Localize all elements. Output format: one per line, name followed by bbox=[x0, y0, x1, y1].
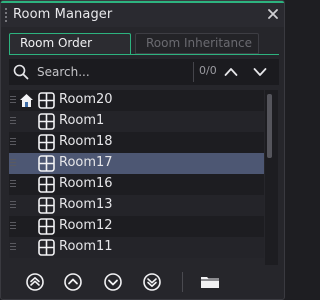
room-name: Room11 bbox=[59, 239, 113, 254]
room-manager-window: Room Manager Room Order Room Inheritance… bbox=[0, 0, 285, 300]
room-name: Room17 bbox=[59, 155, 113, 170]
title-bar[interactable]: Room Manager bbox=[1, 3, 284, 27]
room-name: Room18 bbox=[59, 134, 113, 149]
resize-grip[interactable] bbox=[119, 296, 167, 299]
next-match-chevron-down-icon[interactable] bbox=[252, 64, 268, 80]
drag-handle-icon[interactable] bbox=[10, 222, 16, 232]
drag-grip-icon[interactable] bbox=[5, 8, 7, 22]
room-icon bbox=[38, 155, 55, 172]
room-icon bbox=[38, 134, 55, 151]
room-name: Room1 bbox=[59, 113, 105, 128]
room-icon bbox=[38, 113, 55, 130]
previous-match-chevron-up-icon[interactable] bbox=[223, 64, 239, 80]
list-item[interactable]: Room13 bbox=[9, 195, 264, 216]
room-list: Room20 Room1 Room18 Room17 Room16 Room13… bbox=[9, 90, 264, 265]
drag-handle-icon[interactable] bbox=[10, 159, 16, 169]
folder-icon[interactable] bbox=[200, 272, 220, 292]
tab-room-inheritance[interactable]: Room Inheritance bbox=[135, 33, 259, 54]
search-input[interactable] bbox=[37, 62, 187, 82]
room-icon bbox=[38, 239, 55, 256]
room-icon bbox=[38, 176, 55, 193]
search-bar: 0/0 bbox=[9, 59, 279, 85]
close-button[interactable] bbox=[266, 7, 280, 21]
list-item[interactable]: Room20 bbox=[9, 90, 264, 111]
search-divider bbox=[193, 62, 194, 82]
room-name: Room20 bbox=[59, 92, 113, 107]
list-item[interactable]: Room1 bbox=[9, 111, 264, 132]
list-item[interactable]: Room11 bbox=[9, 237, 264, 258]
close-icon bbox=[268, 9, 278, 19]
search-icon bbox=[13, 64, 29, 80]
search-match-count: 0/0 bbox=[199, 64, 217, 77]
drag-handle-icon[interactable] bbox=[10, 180, 16, 190]
window-title: Room Manager bbox=[13, 7, 113, 22]
move-up-icon[interactable] bbox=[63, 272, 83, 292]
drag-handle-icon[interactable] bbox=[10, 96, 16, 106]
drag-handle-icon[interactable] bbox=[10, 138, 16, 148]
drag-handle-icon[interactable] bbox=[10, 117, 16, 127]
room-icon bbox=[38, 92, 55, 109]
bottom-toolbar bbox=[1, 267, 284, 297]
tab-bar: Room Order Room Inheritance bbox=[9, 33, 281, 55]
toolbar-separator bbox=[182, 272, 183, 292]
move-to-bottom-icon[interactable] bbox=[142, 272, 162, 292]
room-name: Room13 bbox=[59, 197, 113, 212]
list-item[interactable]: Room16 bbox=[9, 174, 264, 195]
list-item-selected[interactable]: Room17 bbox=[9, 153, 264, 174]
drag-handle-icon[interactable] bbox=[10, 201, 16, 211]
list-item[interactable]: Room12 bbox=[9, 216, 264, 237]
move-down-icon[interactable] bbox=[103, 272, 123, 292]
drag-handle-icon[interactable] bbox=[10, 243, 16, 253]
move-to-top-icon[interactable] bbox=[25, 272, 45, 292]
home-icon bbox=[20, 94, 33, 107]
room-name: Room12 bbox=[59, 218, 113, 233]
room-name: Room16 bbox=[59, 176, 113, 191]
tab-underline bbox=[9, 54, 279, 55]
tab-room-order[interactable]: Room Order bbox=[9, 33, 131, 55]
room-icon bbox=[38, 218, 55, 235]
scrollbar-thumb[interactable] bbox=[267, 94, 272, 158]
room-icon bbox=[38, 197, 55, 214]
list-item[interactable]: Room18 bbox=[9, 132, 264, 153]
